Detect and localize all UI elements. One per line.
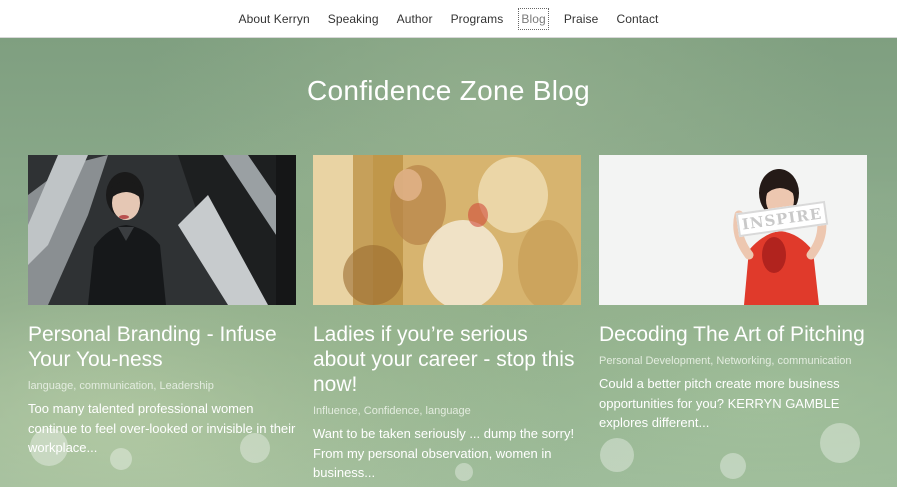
page-title: Confidence Zone Blog bbox=[306, 75, 591, 106]
nav-link-contact[interactable]: Contact bbox=[615, 10, 659, 28]
blog-hero: Confidence Zone Blog Personal Branding -… bbox=[0, 38, 897, 487]
post-excerpt: Could a better pitch create more busines… bbox=[599, 376, 840, 430]
post-tags[interactable]: language, communication, Leadership bbox=[28, 377, 296, 395]
nav-link-speaking[interactable]: Speaking bbox=[327, 10, 380, 28]
post-title[interactable]: Ladies if you’re serious about your care… bbox=[313, 322, 581, 397]
nav-link-about[interactable]: About Kerryn bbox=[238, 10, 311, 28]
post-title[interactable]: Personal Branding - Infuse Your You-ness bbox=[28, 322, 296, 372]
nav-link-praise[interactable]: Praise bbox=[563, 10, 600, 28]
post-tags[interactable]: Influence, Confidence, language bbox=[313, 402, 581, 420]
portrait-inspire-illustration bbox=[599, 155, 867, 305]
post-excerpt: Want to be taken seriously ... dump the … bbox=[313, 426, 575, 480]
nav-link-author[interactable]: Author bbox=[396, 10, 434, 28]
blog-post-list: Personal Branding - Infuse Your You-ness… bbox=[28, 155, 868, 487]
post-tags[interactable]: Personal Development, Networking, commun… bbox=[599, 352, 867, 370]
nav-menu: About Kerryn Speaking Author Programs Bl… bbox=[238, 7, 660, 30]
blog-post-card: Ladies if you’re serious about your care… bbox=[313, 155, 581, 487]
post-title[interactable]: Decoding The Art of Pitching bbox=[599, 322, 867, 347]
post-image-decoding-pitching[interactable]: INSPIRE bbox=[599, 155, 867, 305]
nav-link-programs[interactable]: Programs bbox=[450, 10, 505, 28]
post-image-ladies-serious[interactable] bbox=[313, 155, 581, 305]
blog-post-card: Personal Branding - Infuse Your You-ness… bbox=[28, 155, 296, 487]
nav-link-blog[interactable]: Blog bbox=[518, 7, 549, 30]
top-navigation: About Kerryn Speaking Author Programs Bl… bbox=[0, 0, 897, 38]
blog-post-card: INSPIRE Decoding The Art of Pitching Per… bbox=[599, 155, 867, 487]
portrait-illustration bbox=[28, 155, 296, 305]
blurred-photo-illustration bbox=[313, 155, 581, 305]
post-excerpt: Too many talented professional women con… bbox=[28, 401, 296, 455]
post-image-personal-branding[interactable] bbox=[28, 155, 296, 305]
